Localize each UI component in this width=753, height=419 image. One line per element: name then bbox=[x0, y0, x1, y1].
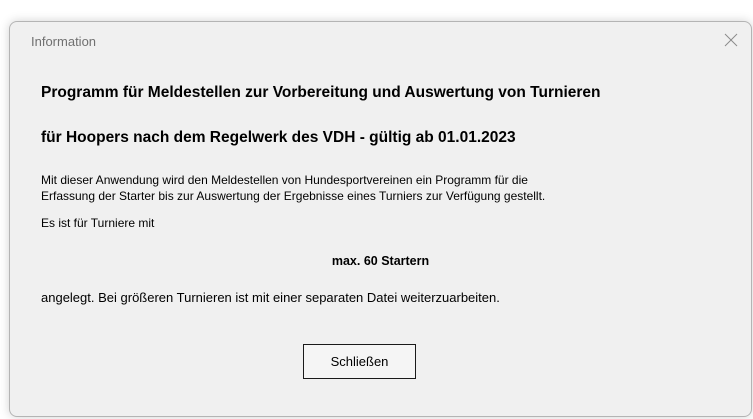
dialog-titlebar: Information bbox=[10, 22, 751, 60]
information-dialog: Information Programm für Meldestellen zu… bbox=[9, 21, 752, 417]
max-starters-text: max. 60 Startern bbox=[331, 254, 430, 268]
heading-line-2: für Hoopers nach dem Regelwerk des VDH -… bbox=[41, 129, 516, 146]
close-button[interactable]: Schließen bbox=[303, 344, 416, 379]
dialog-title: Information bbox=[31, 34, 97, 49]
heading-line-1: Programm für Meldestellen zur Vorbereitu… bbox=[41, 84, 601, 101]
description-line-2: Erfassung der Starter bis zur Auswertung… bbox=[41, 189, 546, 203]
description-line-1: Mit dieser Anwendung wird den Meldestell… bbox=[41, 173, 528, 187]
close-icon[interactable] bbox=[717, 26, 745, 54]
larger-tournament-note: angelegt. Bei größeren Turnieren ist mit… bbox=[41, 290, 500, 305]
tournament-intro-text: Es ist für Turniere mit bbox=[41, 216, 155, 230]
